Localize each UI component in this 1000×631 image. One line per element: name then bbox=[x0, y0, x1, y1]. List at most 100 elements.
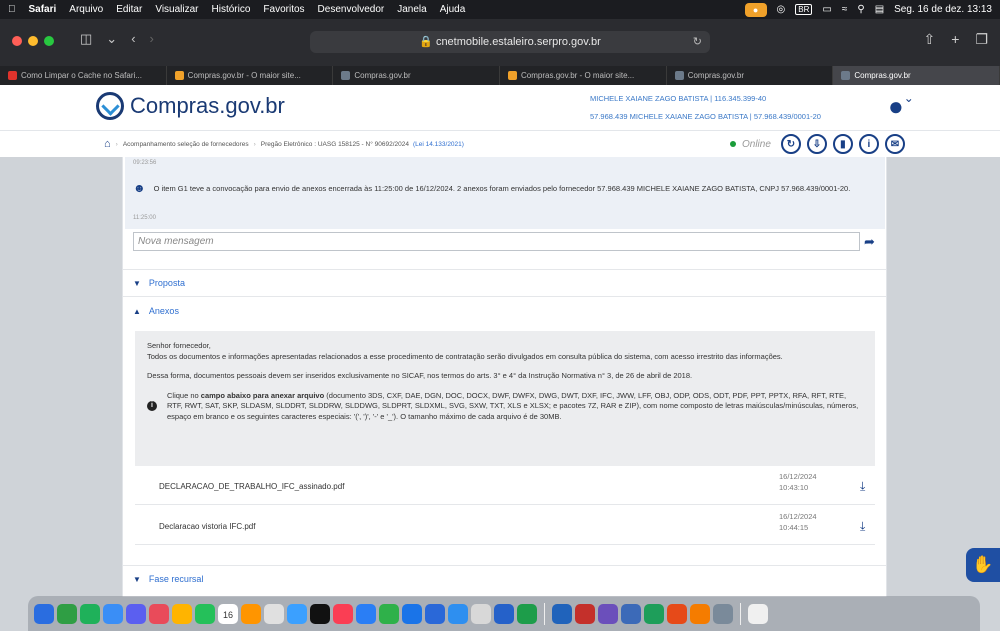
sidebar-toggle-icon[interactable]: ◫ bbox=[80, 31, 92, 47]
dock-app-icon[interactable] bbox=[103, 603, 123, 624]
dock-app-icon[interactable] bbox=[402, 603, 422, 624]
menu-arquivo[interactable]: Arquivo bbox=[69, 4, 103, 15]
menu-historico[interactable]: Histórico bbox=[212, 4, 251, 15]
message-button[interactable]: ✉ bbox=[884, 134, 905, 154]
download-button[interactable]: ⇩ bbox=[806, 134, 827, 154]
dock-app-icon[interactable] bbox=[34, 603, 54, 624]
dock-app-icon[interactable] bbox=[713, 603, 733, 624]
download-file-icon[interactable]: ⤓ bbox=[860, 519, 865, 534]
back-icon[interactable]: ‹ bbox=[131, 31, 135, 47]
dock-app-icon[interactable] bbox=[241, 603, 261, 624]
address-bar[interactable]: 🔒 cnetmobile.estaleiro.serpro.gov.br ↻ bbox=[310, 31, 710, 53]
dock-calendar-icon[interactable]: 16 bbox=[218, 603, 238, 624]
file-time: 10:44:15 bbox=[779, 523, 809, 532]
divider bbox=[123, 296, 886, 297]
notice-greeting: Senhor fornecedor, bbox=[147, 341, 211, 350]
tab-3[interactable]: Compras.gov.br bbox=[333, 66, 501, 85]
dock-app-icon[interactable] bbox=[471, 603, 491, 624]
section-anexos-toggle[interactable]: ▲ Anexos bbox=[133, 306, 179, 316]
breadcrumb-separator: › bbox=[253, 140, 256, 148]
menu-janela[interactable]: Janela bbox=[397, 4, 426, 15]
info-button[interactable]: i bbox=[858, 134, 879, 154]
menu-desenvolvedor[interactable]: Desenvolvedor bbox=[318, 4, 385, 15]
message-timestamp: 11:25:00 bbox=[133, 215, 156, 221]
dock-app-icon[interactable] bbox=[748, 603, 768, 624]
tab-label: Compras.gov.br bbox=[687, 71, 745, 80]
file-name[interactable]: DECLARACAO_DE_TRABALHO_IFC_assinado.pdf bbox=[159, 482, 344, 491]
battery-icon[interactable]: ▭ bbox=[822, 4, 831, 15]
compras-logo[interactable]: Compras.gov.br bbox=[96, 92, 285, 120]
menu-app-name[interactable]: Safari bbox=[29, 4, 57, 15]
refresh-button[interactable]: ↻ bbox=[780, 134, 801, 154]
accessibility-help-widget[interactable]: ✋ bbox=[966, 548, 1000, 582]
zoom-window-button[interactable] bbox=[44, 36, 54, 46]
tab-bar: Como Limpar o Cache no Safari... Compras… bbox=[0, 66, 1000, 85]
wifi-icon[interactable]: ≈ bbox=[842, 4, 848, 15]
dock-app-icon[interactable] bbox=[264, 603, 284, 624]
dock-app-icon[interactable] bbox=[356, 603, 376, 624]
user-avatar-menu[interactable]: ●⌄ bbox=[888, 91, 914, 122]
dock-app-icon[interactable] bbox=[448, 603, 468, 624]
dock-app-icon[interactable] bbox=[195, 603, 215, 624]
menu-ajuda[interactable]: Ajuda bbox=[440, 4, 466, 15]
new-tab-icon[interactable]: + bbox=[951, 31, 959, 48]
tab-overview-icon[interactable]: ❐ bbox=[975, 31, 988, 48]
file-row: DECLARACAO_DE_TRABALHO_IFC_assinado.pdf … bbox=[135, 467, 875, 505]
dock-app-icon[interactable] bbox=[598, 603, 618, 624]
close-window-button[interactable] bbox=[12, 36, 22, 46]
tab-1[interactable]: Como Limpar o Cache no Safari... bbox=[0, 66, 167, 85]
tab-6-active[interactable]: Compras.gov.br bbox=[833, 66, 1000, 85]
menu-editar[interactable]: Editar bbox=[116, 4, 142, 15]
dock-app-icon[interactable] bbox=[310, 603, 330, 624]
share-icon[interactable]: ⇧ bbox=[924, 31, 936, 48]
dock-app-icon[interactable] bbox=[126, 603, 146, 624]
user-icon: ☻ bbox=[133, 181, 146, 195]
download-file-icon[interactable]: ⤓ bbox=[860, 479, 865, 494]
spotlight-search-icon[interactable]: ⚲ bbox=[857, 4, 864, 15]
document-button[interactable]: ▮ bbox=[832, 134, 853, 154]
file-name[interactable]: Declaracao vistoria IFC.pdf bbox=[159, 522, 255, 531]
menubar-clock[interactable]: Seg. 16 de dez. 13:13 bbox=[894, 4, 992, 15]
dock-app-icon[interactable] bbox=[621, 603, 641, 624]
dock-app-icon[interactable] bbox=[690, 603, 710, 624]
microphone-icon[interactable]: ● bbox=[744, 2, 767, 17]
dock-app-icon[interactable] bbox=[80, 603, 100, 624]
dock-app-icon[interactable] bbox=[172, 603, 192, 624]
dock-app-icon[interactable] bbox=[517, 603, 537, 624]
dock-app-icon[interactable] bbox=[287, 603, 307, 624]
send-message-icon[interactable]: ➦ bbox=[864, 234, 875, 250]
control-center-icon[interactable]: ▤ bbox=[875, 4, 884, 15]
compras-favicon-icon bbox=[174, 71, 184, 80]
menu-visualizar[interactable]: Visualizar bbox=[155, 4, 198, 15]
home-icon[interactable]: ⌂ bbox=[104, 138, 111, 150]
tab-4[interactable]: Compras.gov.br - O maior site... bbox=[500, 66, 667, 85]
breadcrumb-law-link[interactable]: (Lei 14.133/2021) bbox=[413, 141, 464, 148]
dock-app-icon[interactable] bbox=[379, 603, 399, 624]
notice-paragraph-1: Todos os documentos e informações aprese… bbox=[147, 351, 783, 361]
dock-app-icon[interactable] bbox=[57, 603, 77, 624]
dock-app-icon[interactable] bbox=[333, 603, 353, 624]
menu-favoritos[interactable]: Favoritos bbox=[263, 4, 304, 15]
breadcrumb-acompanhamento[interactable]: Acompanhamento seleção de fornecedores bbox=[123, 141, 249, 148]
chevron-down-icon[interactable]: ⌄ bbox=[106, 31, 117, 47]
dock-app-icon[interactable] bbox=[644, 603, 664, 624]
dock-app-icon[interactable] bbox=[149, 603, 169, 624]
dock-app-icon[interactable] bbox=[552, 603, 572, 624]
reload-icon[interactable]: ↻ bbox=[693, 31, 702, 53]
dock-app-icon[interactable] bbox=[425, 603, 445, 624]
apple-icon[interactable]:  bbox=[8, 4, 16, 15]
dock-app-icon[interactable] bbox=[667, 603, 687, 624]
dock-app-icon[interactable] bbox=[575, 603, 595, 624]
play-circle-icon[interactable]: ◎ bbox=[777, 4, 786, 15]
minimize-window-button[interactable] bbox=[28, 36, 38, 46]
forward-icon[interactable]: › bbox=[150, 31, 154, 47]
dock-app-icon[interactable] bbox=[494, 603, 514, 624]
new-message-input[interactable]: Nova mensagem bbox=[133, 232, 860, 251]
breadcrumb-pregao: Pregão Eletrônico : UASG 158125 - N° 906… bbox=[260, 140, 409, 148]
tab-5[interactable]: Compras.gov.br bbox=[667, 66, 834, 85]
tab-2[interactable]: Compras.gov.br - O maior site... bbox=[167, 66, 334, 85]
input-source-badge[interactable]: BR bbox=[795, 4, 813, 15]
file-datetime: 16/12/2024 10:43:10 bbox=[779, 471, 817, 493]
section-fase-recursal-toggle[interactable]: ▼ Fase recursal bbox=[133, 574, 203, 584]
section-proposta-toggle[interactable]: ▼ Proposta bbox=[133, 278, 185, 288]
